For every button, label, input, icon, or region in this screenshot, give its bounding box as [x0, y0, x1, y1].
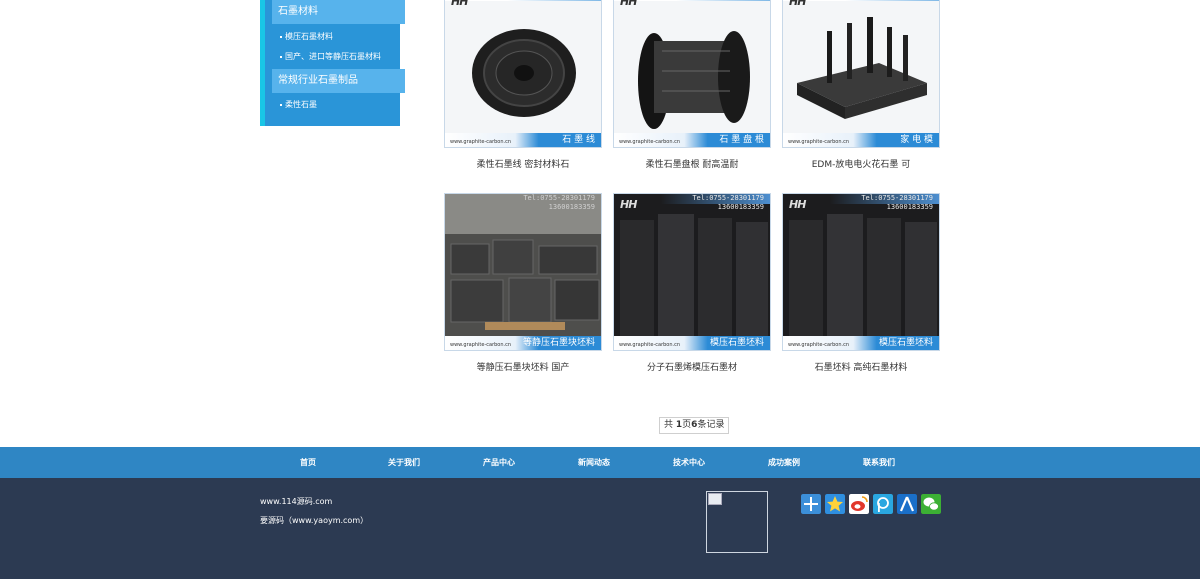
pagination-summary: 共 1页6条记录 [659, 417, 730, 434]
footer-nav-contact[interactable]: 联系我们 [863, 447, 895, 478]
broken-image-icon [708, 493, 722, 505]
product-image[interactable]: HH 13600183359 www.graphite-carbon.cn 石 … [444, 0, 602, 148]
footer-nav-news[interactable]: 新闻动态 [578, 447, 610, 478]
qzone-icon[interactable] [825, 494, 845, 514]
product-tag: 石 墨 盘 根 [719, 135, 764, 145]
weibo-icon[interactable] [849, 494, 869, 514]
graphite-packing-reel-icon [638, 31, 750, 129]
product-image[interactable]: Tel:0755-28301179 13600183359 www.graphit… [444, 193, 602, 351]
watermark-site: www.graphite-carbon.cn [619, 342, 681, 348]
image-phone: Tel:0755-28301179 13600183359 [692, 194, 764, 211]
wechat-icon[interactable] [921, 494, 941, 514]
subcategory-molded-graphite[interactable]: 模压石墨材料 [280, 31, 333, 43]
brand-logo: HH [789, 198, 806, 211]
footer-nav-home[interactable]: 首页 [300, 447, 316, 478]
graphite-cylinders-icon [783, 194, 939, 350]
watermark-site: www.graphite-carbon.cn [450, 342, 512, 348]
renren-icon[interactable] [897, 494, 917, 514]
product-caption[interactable]: 石墨坯料 高纯石墨材料 [782, 360, 940, 373]
footer-line-site: www.114源码.com [260, 497, 333, 506]
pagination-mid: 页 [682, 420, 692, 430]
footer: www.114源码.com 要源码（www.yaoym.com） [0, 478, 1200, 579]
product-image[interactable]: HH Tel:0755-28301179 13600183359 www.grap… [782, 193, 940, 351]
footer-nav-products[interactable]: 产品中心 [483, 447, 515, 478]
footer-nav-cases[interactable]: 成功案例 [768, 447, 800, 478]
qr-code-image [706, 491, 768, 553]
image-phone: Tel:0755-28301179 13600183359 [523, 194, 595, 211]
watermark-site: www.graphite-carbon.cn [619, 139, 681, 145]
product-caption[interactable]: 柔性石墨盘根 耐高温耐 [613, 157, 771, 170]
footer-line-source: 要源码（www.yaoym.com） [260, 516, 369, 525]
image-phone: Tel:0755-28301179 13600183359 [861, 194, 933, 211]
edm-electrode-block-icon [797, 17, 927, 119]
product-category-sidebar: 石墨材料 模压石墨材料 国产、进口等静压石墨材料 常规行业石墨制品 柔性石墨 [260, 0, 405, 126]
product-image[interactable]: HH Tel:0755-28301179 13600183359 www.grap… [613, 193, 771, 351]
product-caption[interactable]: EDM-放电电火花石墨 可 [782, 157, 940, 170]
plus-share-icon[interactable] [801, 494, 821, 514]
product-image[interactable]: HH 13600183359 www.graphite-carbon.cn 石 … [613, 0, 771, 148]
product-tag: 模压石墨坯料 [878, 338, 933, 348]
product-tag: 等静压石墨块坯料 [522, 338, 595, 348]
tencent-weibo-icon[interactable] [873, 494, 893, 514]
watermark-site: www.graphite-carbon.cn [788, 139, 850, 145]
product-card[interactable]: HH 13600183359 www.graphite-carbon.cn 家 … [782, 0, 940, 170]
footer-nav-about[interactable]: 关于我们 [388, 447, 420, 478]
watermark-site: www.graphite-carbon.cn [788, 342, 850, 348]
footer-nav: 首页 关于我们 产品中心 新闻动态 技术中心 成功案例 联系我们 [0, 447, 1200, 478]
product-card[interactable]: HH 13600183359 www.graphite-carbon.cn 石 … [444, 0, 602, 170]
subcategory-isostatic-graphite[interactable]: 国产、进口等静压石墨材料 [280, 51, 381, 63]
category-graphite-products[interactable]: 常规行业石墨制品 [272, 69, 405, 93]
watermark-site: www.graphite-carbon.cn [450, 139, 512, 145]
footer-nav-tech[interactable]: 技术中心 [673, 447, 705, 478]
graphite-yarn-spool-icon [472, 29, 576, 117]
category-graphite-materials[interactable]: 石墨材料 [272, 0, 405, 24]
product-caption[interactable]: 等静压石墨块坯料 国产 [444, 360, 602, 373]
subcategory-flexible-graphite[interactable]: 柔性石墨 [280, 99, 317, 111]
product-card[interactable]: Tel:0755-28301179 13600183359 www.graphit… [444, 193, 602, 373]
product-tag: 石 墨 线 [562, 135, 595, 145]
pagination-prefix: 共 [664, 420, 674, 430]
product-card[interactable]: HH Tel:0755-28301179 13600183359 www.grap… [613, 193, 771, 373]
pagination-suffix: 条记录 [697, 420, 725, 430]
product-tag: 模压石墨坯料 [709, 338, 764, 348]
graphite-cylinders-icon [614, 194, 770, 350]
brand-logo: HH [620, 198, 637, 211]
product-card[interactable]: HH 13600183359 www.graphite-carbon.cn 石 … [613, 0, 771, 170]
product-card[interactable]: HH Tel:0755-28301179 13600183359 www.grap… [782, 193, 940, 373]
product-caption[interactable]: 分子石墨烯模压石墨材 [613, 360, 771, 373]
product-image[interactable]: HH 13600183359 www.graphite-carbon.cn 家 … [782, 0, 940, 148]
product-caption[interactable]: 柔性石墨线 密封材料石 [444, 157, 602, 170]
graphite-blocks-warehouse-icon [445, 194, 601, 338]
product-tag: 家 电 模 [900, 135, 933, 145]
